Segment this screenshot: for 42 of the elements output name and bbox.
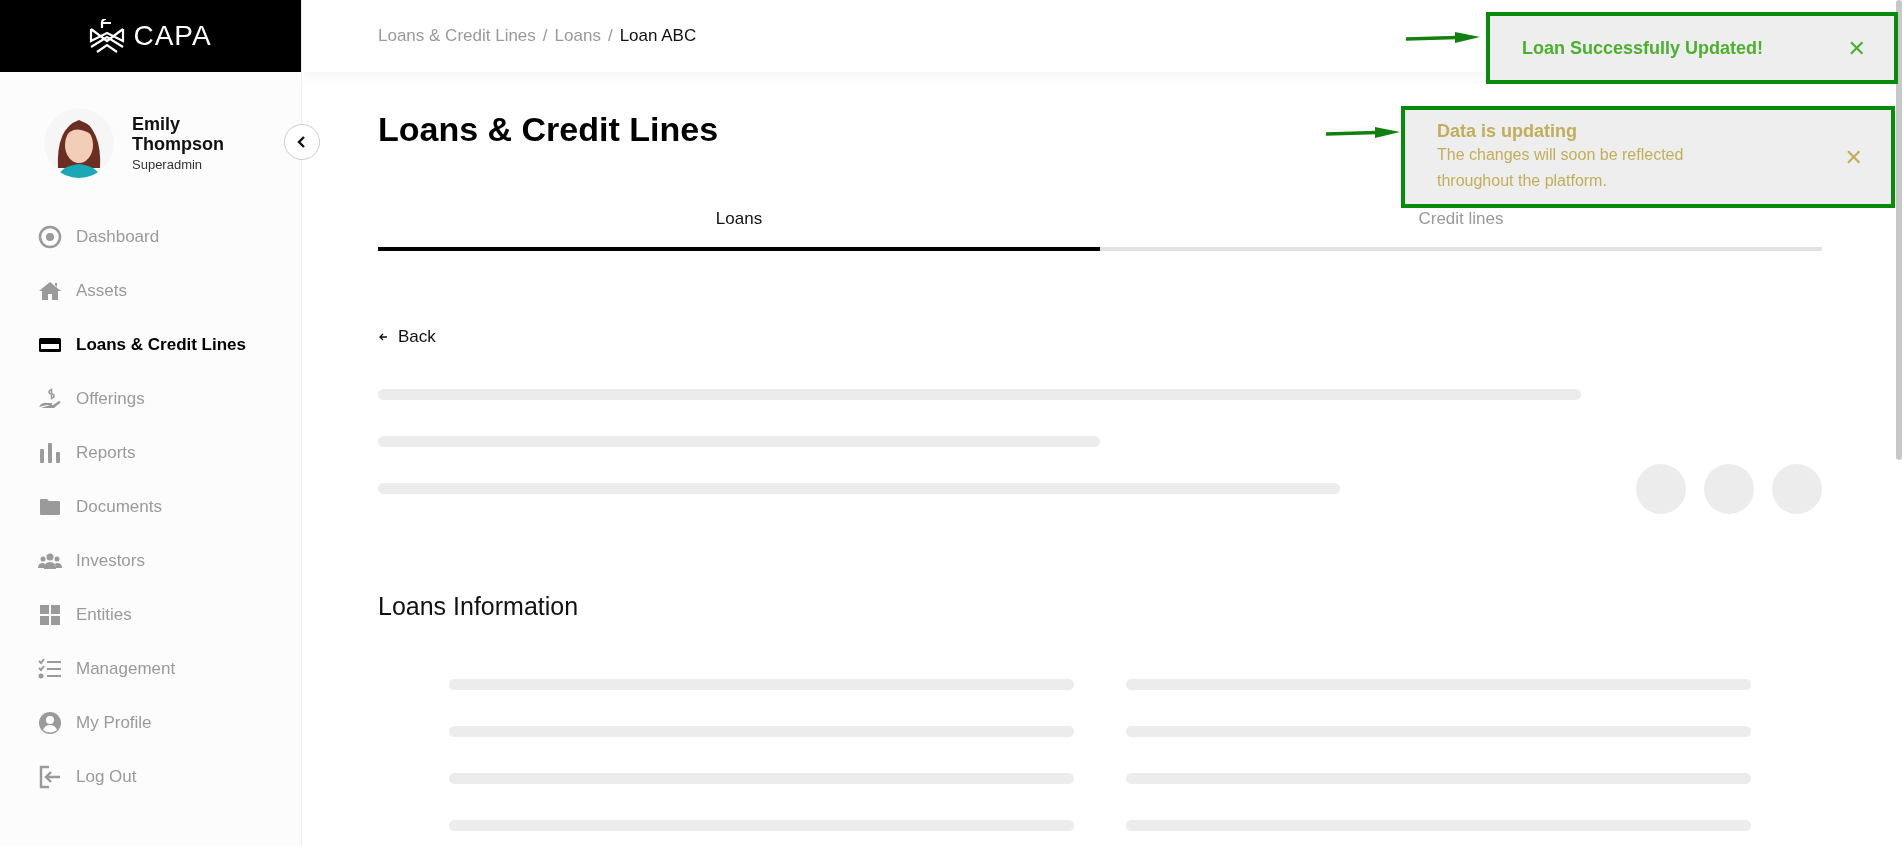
toast-title: Loan Successfully Updated!	[1522, 37, 1764, 59]
user-circle-icon	[38, 711, 62, 735]
bar-chart-icon	[38, 441, 62, 465]
breadcrumb-link[interactable]: Loans & Credit Lines	[378, 26, 536, 46]
user-role: Superadmin	[132, 157, 204, 172]
breadcrumb-separator: /	[607, 26, 613, 46]
sidebar-item[interactable]: My Profile	[38, 696, 301, 750]
page-title: Loans & Credit Lines	[378, 110, 719, 149]
sidebar-item[interactable]: Management	[38, 642, 301, 696]
sidebar-item[interactable]: Offerings	[38, 372, 301, 426]
toast-title: Data is updating	[1437, 120, 1578, 142]
chevron-left-icon	[296, 136, 308, 148]
close-button[interactable]: ✕	[1847, 35, 1866, 61]
back-link[interactable]: Back	[378, 327, 436, 347]
logo-icon	[89, 19, 126, 53]
avatar	[44, 108, 114, 178]
toast-message: The changes will soon be reflected throughout the platform.	[1437, 144, 1685, 191]
sidebar-item[interactable]: Documents	[38, 480, 301, 534]
collapse-button[interactable]	[284, 124, 320, 160]
close-button[interactable]: ✕	[1844, 144, 1863, 170]
hand-coin-icon	[38, 387, 62, 411]
house-icon	[38, 279, 62, 303]
sidebar-item[interactable]: Assets	[38, 264, 301, 318]
scrollbar[interactable]	[1896, 0, 1902, 460]
logout-icon	[38, 765, 62, 789]
current-page-label: Loan ABC	[619, 26, 697, 46]
arrow-left-icon	[378, 332, 388, 342]
sidebar-item[interactable]: Investors	[38, 534, 301, 588]
sidebar-item[interactable]: Loans & Credit Lines	[38, 318, 301, 372]
tab[interactable]: Loans	[378, 199, 1100, 251]
breadcrumb-link[interactable]: Loans	[554, 26, 601, 46]
sidebar-item[interactable]: Dashboard	[38, 210, 301, 264]
logo-text: CAPA	[133, 20, 212, 52]
sidebar-item[interactable]: Reports	[38, 426, 301, 480]
sidebar-item[interactable]: Log Out	[38, 750, 301, 804]
user-name: Emily Thompson	[132, 114, 225, 154]
grid-icon	[38, 603, 62, 627]
sidebar-item[interactable]: Entities	[38, 588, 301, 642]
checklist-icon	[38, 657, 62, 681]
breadcrumb-separator: /	[542, 26, 548, 46]
target-icon	[38, 225, 62, 249]
section-title: Loans Information	[378, 592, 580, 621]
